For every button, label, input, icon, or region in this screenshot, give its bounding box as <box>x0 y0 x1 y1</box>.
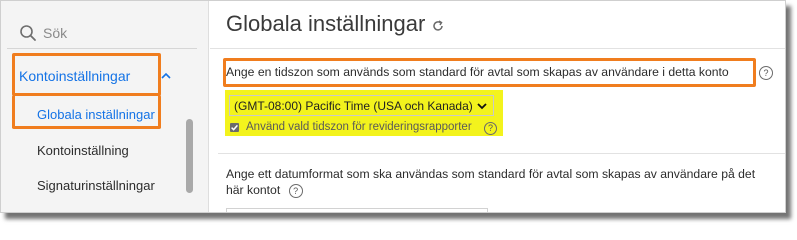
audit-timezone-checkbox[interactable] <box>230 123 239 132</box>
dateformat-select[interactable] <box>226 208 488 212</box>
timezone-select-value: (GMT-08:00) Pacific Time (USA och Kanada… <box>234 98 473 113</box>
help-icon[interactable]: ? <box>288 183 303 198</box>
help-icon[interactable]: ? <box>484 122 497 135</box>
refresh-icon[interactable] <box>431 19 445 33</box>
chevron-up-icon[interactable] <box>160 70 172 82</box>
highlight-box-account-settings <box>12 53 161 96</box>
sidebar-scrollbar[interactable] <box>186 119 193 193</box>
sidebar-item-account-setting[interactable]: Kontoinställning <box>37 143 129 158</box>
audit-timezone-checkbox-label: Använd vald tidszon för revideringsrappo… <box>246 121 472 133</box>
dateformat-question-line2: här kontot ? <box>226 183 303 198</box>
highlight-box-global-settings <box>12 95 161 129</box>
sidebar-item-signature-settings[interactable]: Signaturinställningar <box>37 178 155 193</box>
highlight-box-timezone-question <box>223 58 756 87</box>
page-title: Globala inställningar <box>226 11 445 37</box>
dateformat-question-text: här kontot <box>226 183 281 197</box>
section-divider <box>218 153 785 154</box>
title-divider <box>210 48 785 49</box>
sidebar: Sök Kontoinställningar Globala inställni… <box>1 1 209 212</box>
search-input[interactable]: Sök <box>43 25 67 41</box>
page-title-text: Globala inställningar <box>226 11 426 36</box>
help-icon[interactable]: ? <box>759 66 773 80</box>
main-panel: Globala inställningar Ange en tidszon so… <box>210 1 785 212</box>
chevron-down-icon <box>477 103 487 110</box>
search-box[interactable]: Sök <box>7 17 197 49</box>
timezone-select[interactable]: (GMT-08:00) Pacific Time (USA och Kanada… <box>229 95 494 116</box>
search-icon <box>20 24 36 41</box>
dateformat-question: Ange ett datumformat som ska användas so… <box>226 167 756 181</box>
window: Sök Kontoinställningar Globala inställni… <box>0 0 786 213</box>
checkmark-icon <box>231 124 238 131</box>
